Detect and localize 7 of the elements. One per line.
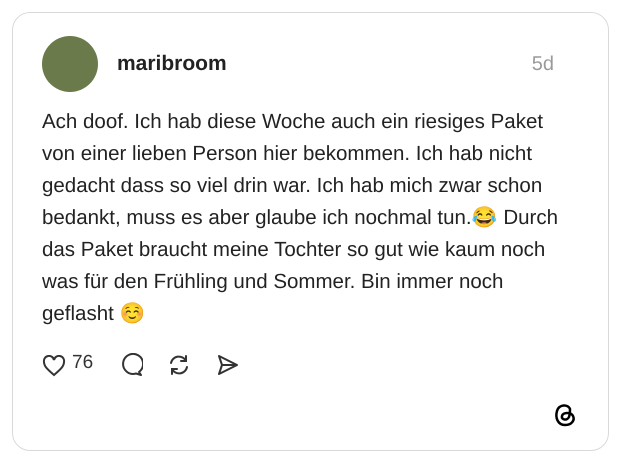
send-icon[interactable] xyxy=(215,353,240,377)
like-count: 76 xyxy=(72,350,94,375)
heart-icon[interactable] xyxy=(42,355,66,377)
post-time: 5d xyxy=(532,52,554,77)
post-text: Ach doof. Ich hab diese Woche auch ein riesiges Paket von einer lieben Person hier bekommen. Ich hab nicht gedacht dass so viel drin war. Ich hab mich zwar schon bedankt, muss es aber glaube ich nochmal tun.😂 Durch das Paket braucht meine Tochter so gut wie kaum noch was für den Frühling und Sommer. Bin immer noch geflasht ☺ xyxy=(42,109,559,327)
username[interactable]: maribroom xyxy=(117,48,227,80)
comment-icon[interactable] xyxy=(119,353,144,377)
